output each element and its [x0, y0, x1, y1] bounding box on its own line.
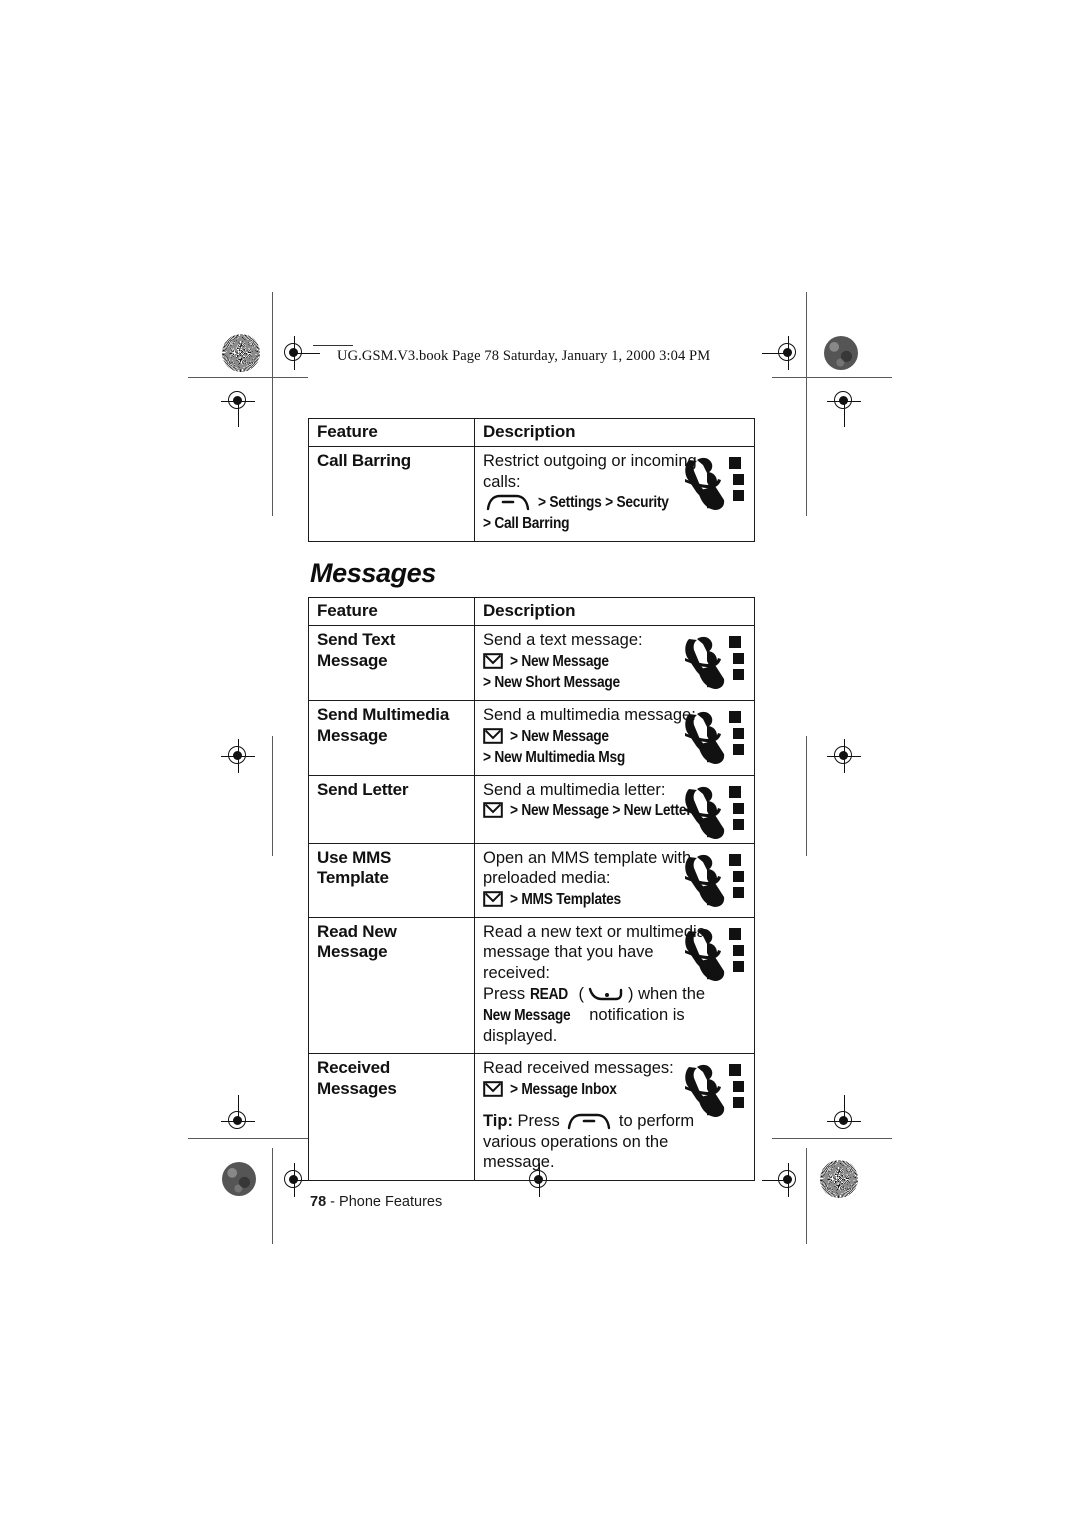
- registration-mark-upper-left: [221, 384, 255, 427]
- menu-path-text: > New Message > New Letter: [509, 802, 692, 820]
- menu-path-text: > Call Barring: [483, 515, 570, 533]
- footer-separator: -: [326, 1193, 340, 1210]
- table-row: Send Text Message Send a text message: >…: [308, 625, 755, 701]
- registration-mark-upper-right: [827, 384, 861, 427]
- registration-mark-bottom-right: [762, 1163, 805, 1197]
- starburst-mark-top-left: [222, 334, 260, 372]
- feature-description: Read received messages: > Message Inbox …: [474, 1053, 755, 1181]
- column-header-feature: Feature: [308, 418, 475, 447]
- read-softkey-label: READ: [529, 985, 568, 1003]
- tip-label: Tip:: [483, 1111, 513, 1130]
- page-footer: 78 - Phone Features: [308, 1194, 754, 1210]
- envelope-icon: [483, 890, 503, 907]
- guide-line-vertical-left-bottom: [272, 1148, 273, 1244]
- flip-phone-icon: [677, 631, 749, 697]
- envelope-icon: [483, 1081, 503, 1097]
- feature-name: Send Text Message: [308, 625, 475, 701]
- press-label: Press: [517, 1111, 560, 1130]
- feature-description: Restrict outgoing or incoming calls: > S…: [474, 445, 755, 543]
- feature-name: Call Barring: [308, 445, 475, 543]
- table-header-row: Feature Description: [308, 418, 755, 447]
- guide-line-vertical-left: [272, 292, 273, 516]
- paren-open: (: [578, 984, 585, 1003]
- feature-description: Send a multimedia message: > New Message…: [474, 699, 755, 776]
- menu-path-text: > Message Inbox: [509, 1080, 617, 1098]
- paren-close: ): [628, 984, 634, 1003]
- envelope-icon: [483, 727, 503, 744]
- flip-phone-icon: [677, 849, 749, 915]
- column-header-description: Description: [474, 597, 755, 627]
- menu-path-text: > New Short Message: [483, 673, 620, 691]
- feature-name: Read New Message: [308, 916, 475, 1055]
- registration-mark-lower-left: [221, 1095, 255, 1138]
- document-slug-line: UG.GSM.V3.book Page 78 Saturday, January…: [337, 348, 711, 364]
- page-content: Feature Description Call Barring Restric…: [308, 418, 755, 1210]
- envelope-icon: [483, 653, 503, 669]
- footer-page-number: 78: [310, 1193, 327, 1210]
- density-patch-bottom-left: [222, 1162, 256, 1196]
- flip-phone-icon: [677, 781, 749, 847]
- footer-label: Phone Features: [339, 1193, 443, 1210]
- table-row: Use MMS Template Open an MMS template wi…: [308, 842, 755, 918]
- table-row: Call Barring Restrict outgoing or incomi…: [308, 445, 755, 543]
- call-barring-table: Feature Description Call Barring Restric…: [308, 418, 755, 543]
- guide-line-horizontal-bottom-right: [772, 1138, 892, 1139]
- guide-line-vertical-right-lower: [806, 736, 807, 856]
- guide-line-horizontal-top-right: [772, 377, 892, 378]
- new-message-label: New Message: [483, 1006, 571, 1024]
- slug-rule: [313, 345, 353, 346]
- density-patch-top-right: [824, 336, 858, 370]
- menu-path-text: > MMS Templates: [509, 890, 621, 908]
- feature-description: Read a new text or multimedia message th…: [474, 916, 755, 1055]
- page-title: Messages: [310, 558, 436, 589]
- table-row: Send Multimedia Message Send a multimedi…: [308, 699, 755, 776]
- registration-mark-top-right: [762, 336, 805, 370]
- table-row: Read New Message Read a new text or mult…: [308, 916, 755, 1055]
- new-message-note: New Message notification is displayed.: [483, 1005, 747, 1047]
- feature-description: Open an MMS template with preloaded medi…: [474, 842, 755, 918]
- flip-phone-icon: [677, 452, 749, 518]
- registration-mark-top-left: [277, 336, 320, 370]
- guide-line-vertical-right-bottom: [806, 1148, 807, 1244]
- menu-path-text: > New Multimedia Msg: [483, 748, 626, 766]
- menu-key-icon: [566, 1112, 612, 1130]
- table-header-row: Feature Description: [308, 597, 755, 627]
- document-page: UG.GSM.V3.book Page 78 Saturday, January…: [0, 0, 1080, 1528]
- read-key-icon: [586, 985, 626, 1003]
- feature-description: Send a text message: > New Message > New…: [474, 625, 755, 701]
- menu-path-text: > New Message: [509, 727, 609, 745]
- table-row: Received Messages Read received messages…: [308, 1053, 755, 1181]
- description-line: various operations on the: [483, 1132, 669, 1151]
- description-line: message.: [483, 1153, 555, 1172]
- registration-mark-bottom-left: [277, 1163, 320, 1197]
- menu-path-text: > Settings > Security: [537, 494, 669, 512]
- menu-key-icon: [485, 493, 531, 511]
- feature-description: Send a multimedia letter: > New Message …: [474, 774, 755, 844]
- flip-phone-icon: [677, 923, 749, 989]
- feature-name: Send Multimedia Message: [308, 699, 475, 776]
- table-row: Send Letter Send a multimedia letter: > …: [308, 774, 755, 844]
- flip-phone-icon: [677, 1059, 749, 1125]
- press-label: Press: [483, 984, 526, 1003]
- menu-path-text: > New Message: [509, 652, 609, 670]
- guide-line-horizontal-top-left: [188, 377, 308, 378]
- guide-line-vertical-left-lower: [272, 736, 273, 856]
- column-header-feature: Feature: [308, 597, 475, 627]
- guide-line-vertical-right: [806, 292, 807, 516]
- envelope-icon: [483, 802, 503, 818]
- messages-table: Feature Description Send Text Message Se…: [308, 597, 755, 1181]
- registration-mark-middle-left: [221, 739, 255, 773]
- flip-phone-icon: [677, 706, 749, 772]
- starburst-mark-bottom-right: [820, 1160, 858, 1198]
- guide-line-horizontal-bottom-left: [188, 1138, 308, 1139]
- registration-mark-middle-right: [827, 739, 861, 773]
- column-header-description: Description: [474, 418, 755, 447]
- feature-name: Received Messages: [308, 1053, 475, 1181]
- feature-name: Use MMS Template: [308, 842, 475, 918]
- feature-name: Send Letter: [308, 774, 475, 844]
- registration-mark-lower-right: [827, 1095, 861, 1138]
